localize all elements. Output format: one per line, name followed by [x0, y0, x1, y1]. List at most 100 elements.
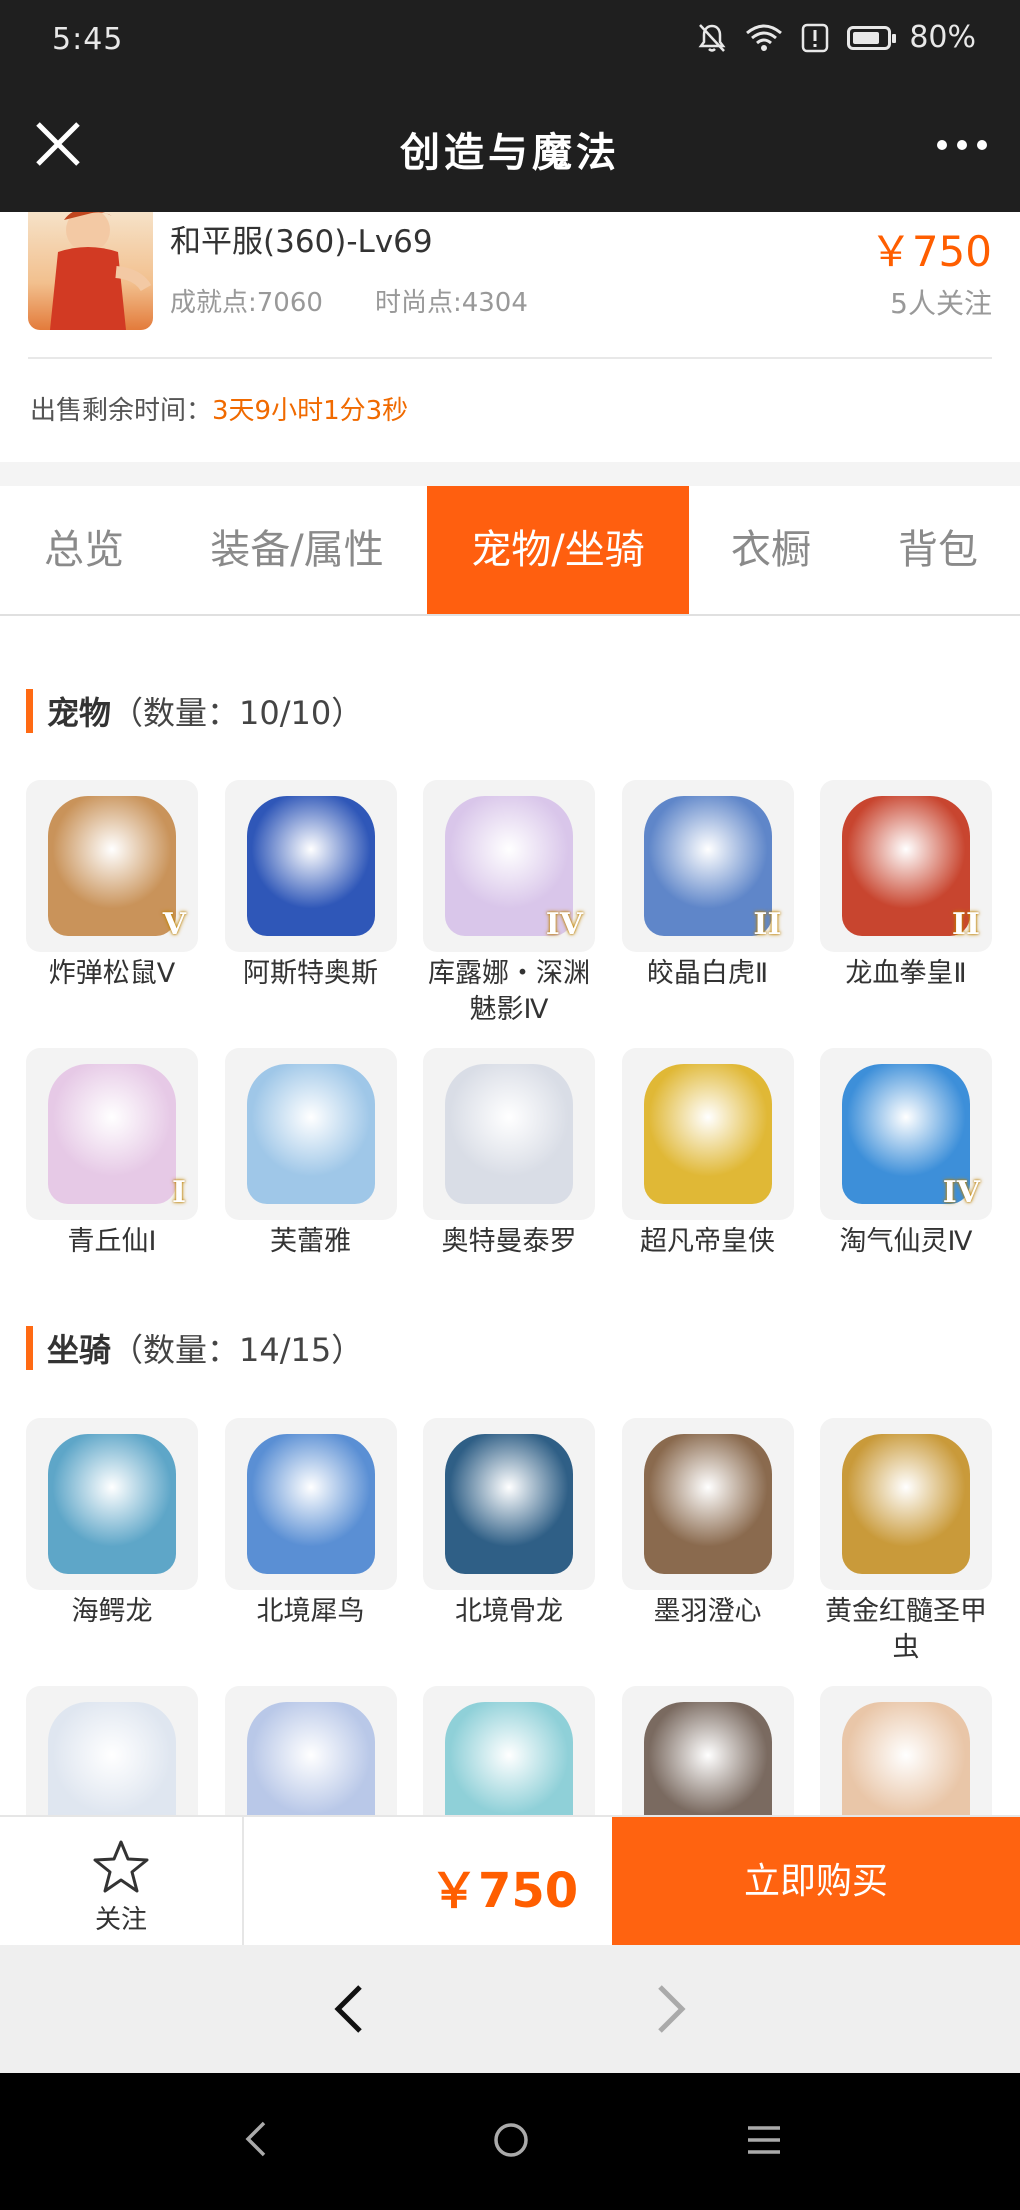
follow-label: 关注	[94, 1905, 147, 1935]
listing-card: 和平服(360)-Lv69 ￥750 成就点:7060 时尚点:4304 5人关注…	[0, 212, 1020, 460]
mount-name: 黄金红髓圣甲虫	[825, 1596, 987, 1663]
tier-badge: V	[162, 907, 186, 942]
divider	[28, 357, 992, 359]
character-avatar[interactable]	[28, 212, 153, 330]
item-art	[48, 1064, 176, 1204]
pet-name: 龙血拳皇Ⅱ	[845, 958, 967, 989]
pet-name: 库露娜・深渊魅影Ⅳ	[428, 958, 590, 1025]
tier-badge: II	[753, 907, 782, 942]
pet-thumbnail: IV	[423, 780, 595, 952]
bottom-price: ￥750	[430, 1863, 579, 1919]
pet-thumbnail: II	[621, 780, 794, 952]
follow-button[interactable]: 关注	[0, 1817, 244, 1947]
pet-thumbnail	[423, 1048, 595, 1220]
mount-name: 海鳄龙	[71, 1596, 153, 1627]
tab-backpack[interactable]: 背包	[870, 486, 1006, 614]
pet-name: 皎晶白虎Ⅱ	[646, 958, 769, 989]
item-art	[842, 1434, 970, 1574]
pets-section-title: 宠物（数量：10/10）	[26, 688, 363, 734]
tab-pets-mounts[interactable]: 宠物/坐骑	[427, 486, 689, 614]
pet-name: 超凡帝皇侠	[640, 1226, 775, 1257]
status-bar: 5:45 80%	[0, 0, 1020, 80]
item-art	[48, 796, 176, 936]
remaining-time-value: 3天9小时1分3秒	[212, 396, 409, 426]
wifi-icon	[746, 24, 783, 51]
listing-stats: 成就点:7060 时尚点:4304	[170, 282, 528, 319]
tab-equipment[interactable]: 装备/属性	[188, 486, 406, 614]
item-art	[445, 1434, 573, 1574]
pet-name: 青丘仙I	[67, 1226, 157, 1257]
pet-thumbnail: I	[26, 1048, 198, 1220]
pet-thumbnail: IV	[820, 1048, 992, 1220]
pet-item[interactable]: V 炸弹松鼠Ⅴ	[26, 780, 198, 992]
pet-thumbnail	[621, 1048, 794, 1220]
pet-thumbnail	[224, 780, 397, 952]
tab-wardrobe[interactable]: 衣橱	[700, 486, 842, 614]
more-icon[interactable]	[934, 128, 990, 162]
top-navbar: 创造与魔法	[0, 80, 1020, 212]
item-art	[842, 796, 970, 936]
pet-item[interactable]: II 龙血拳皇Ⅱ	[820, 780, 992, 992]
pet-item[interactable]: 芙蕾雅	[224, 1048, 397, 1260]
section-gap	[0, 462, 1020, 486]
item-art	[643, 1064, 772, 1204]
pet-item[interactable]: 奥特曼泰罗	[423, 1048, 595, 1260]
alert-icon	[802, 23, 829, 52]
system-menu-icon[interactable]	[746, 2123, 782, 2157]
pet-item[interactable]: IV 淘气仙灵Ⅳ	[820, 1048, 992, 1260]
pet-item[interactable]: II 皎晶白虎Ⅱ	[621, 780, 794, 992]
pet-name: 芙蕾雅	[270, 1226, 351, 1257]
mount-item[interactable]: 海鳄龙	[26, 1418, 198, 1630]
tier-badge: IV	[545, 907, 583, 942]
mount-name: 北境犀鸟	[256, 1596, 365, 1627]
pet-item[interactable]: IV 库露娜・深渊魅影Ⅳ	[423, 780, 595, 1028]
mount-item[interactable]: 北境犀鸟	[224, 1418, 397, 1630]
pet-name: 阿斯特奥斯	[243, 958, 378, 989]
back-arrow-icon[interactable]	[330, 1981, 370, 2037]
pets-title: 宠物	[47, 694, 112, 732]
section-accent-bar	[26, 1326, 33, 1370]
pet-item[interactable]: 阿斯特奥斯	[224, 780, 397, 992]
item-art	[246, 796, 375, 936]
mount-item[interactable]: 黄金红髓圣甲虫	[820, 1418, 992, 1666]
pets-count: （数量：10/10）	[111, 694, 364, 732]
system-back-icon[interactable]	[242, 2117, 270, 2161]
mount-thumbnail	[224, 1418, 397, 1590]
item-art	[445, 1064, 573, 1204]
battery-percent: 80%	[909, 20, 976, 55]
star-icon	[93, 1840, 149, 1893]
listing-price: ￥750	[869, 227, 992, 276]
mount-name: 北境骨龙	[455, 1596, 563, 1627]
mount-item[interactable]: 北境骨龙	[423, 1418, 595, 1630]
status-time: 5:45	[52, 22, 124, 57]
pet-thumbnail	[224, 1048, 397, 1220]
mount-item[interactable]: 墨羽澄心	[621, 1418, 794, 1630]
fashion-points: 时尚点:4304	[374, 288, 528, 318]
pet-name: 淘气仙灵Ⅳ	[839, 1226, 973, 1257]
pet-item[interactable]: 超凡帝皇侠	[621, 1048, 794, 1260]
buy-now-button[interactable]: 立即购买	[612, 1817, 1020, 1947]
tier-badge: I	[171, 1175, 186, 1210]
pet-item[interactable]: I 青丘仙I	[26, 1048, 198, 1260]
item-art	[246, 1434, 375, 1574]
forward-arrow-icon[interactable]	[650, 1981, 690, 2037]
tier-badge: II	[951, 907, 980, 942]
mount-thumbnail	[820, 1418, 992, 1590]
follower-count: 5人关注	[890, 287, 992, 320]
tab-bar: 总览 装备/属性 宠物/坐骑 衣橱 背包	[0, 486, 1020, 616]
item-art	[246, 1064, 375, 1204]
system-home-icon[interactable]	[492, 2121, 530, 2159]
pet-name: 奥特曼泰罗	[441, 1226, 577, 1257]
mount-name: 墨羽澄心	[653, 1596, 762, 1627]
system-nav-bar	[0, 2073, 1020, 2210]
status-icons: 80%	[697, 20, 976, 55]
tab-overview[interactable]: 总览	[0, 486, 168, 614]
browser-nav-bar	[0, 1945, 1020, 2073]
remaining-time-label: 出售剩余时间：	[30, 396, 213, 426]
page-title: 创造与魔法	[400, 129, 620, 176]
mount-thumbnail	[26, 1418, 198, 1590]
bell-muted-icon	[698, 23, 726, 52]
mount-thumbnail	[621, 1418, 794, 1590]
bottom-action-bar: 关注 ￥750 立即购买	[0, 1815, 1020, 1947]
mounts-count: （数量：14/15）	[111, 1331, 364, 1369]
